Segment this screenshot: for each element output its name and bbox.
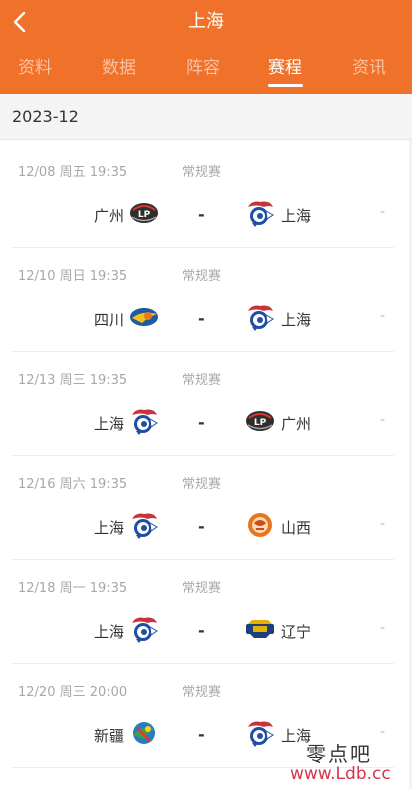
game-type: 常规赛 bbox=[182, 269, 222, 284]
shanghai-logo-icon bbox=[128, 509, 160, 541]
game-score: - bbox=[380, 620, 386, 636]
shanghai-logo-icon bbox=[128, 405, 160, 437]
game-date: 12/10 周日 19:35 bbox=[18, 269, 128, 284]
game-row[interactable]: 12/10 周日 19:35 常规赛四川 - 上海 - bbox=[0, 248, 412, 352]
vs-separator: - bbox=[198, 517, 205, 536]
game-score: - bbox=[380, 412, 386, 428]
home-team-name: 上海 bbox=[93, 519, 124, 537]
nav-bar: 上海 bbox=[0, 0, 412, 44]
tab-roster[interactable]: 阵容 bbox=[168, 44, 238, 94]
game-row[interactable]: 12/08 周五 19:35 常规赛广州 LP - 上海 - bbox=[0, 144, 412, 248]
away-team-name: 辽宁 bbox=[281, 623, 312, 641]
home-team-name: 广州 bbox=[93, 207, 124, 225]
vs-separator: - bbox=[198, 621, 205, 640]
watermark-text: 零点吧 bbox=[306, 742, 372, 766]
game-row[interactable]: 12/16 周六 19:35 常规赛上海 - 山西 - bbox=[0, 456, 412, 560]
home-team-name: 新疆 bbox=[93, 727, 124, 745]
game-score: - bbox=[380, 204, 386, 220]
game-type: 常规赛 bbox=[182, 165, 222, 180]
liaoning-logo-icon bbox=[244, 613, 276, 645]
vs-separator: - bbox=[198, 413, 205, 432]
home-team-name: 四川 bbox=[93, 311, 124, 329]
shanghai-logo-icon bbox=[128, 613, 160, 645]
month-header: 2023-12 bbox=[0, 94, 412, 140]
shanghai-logo-icon bbox=[244, 717, 276, 749]
sichuan-logo-icon bbox=[128, 301, 160, 333]
tab-profile[interactable]: 资料 bbox=[0, 44, 70, 94]
game-date: 12/18 周一 19:35 bbox=[18, 581, 128, 596]
game-row[interactable]: 12/18 周一 19:35 常规赛上海 - 辽宁 - bbox=[0, 560, 412, 664]
guangzhou-logo-icon: LP bbox=[244, 405, 276, 437]
svg-text:LP: LP bbox=[138, 210, 151, 220]
away-team-name: 广州 bbox=[281, 415, 312, 433]
month-label: 2023-12 bbox=[12, 107, 79, 126]
active-tab-indicator bbox=[268, 84, 303, 87]
game-type: 常规赛 bbox=[182, 685, 222, 700]
away-team-name: 上海 bbox=[281, 311, 312, 329]
game-date: 12/20 周三 20:00 bbox=[18, 685, 128, 700]
shanghai-logo-icon bbox=[244, 301, 276, 333]
svg-text:LP: LP bbox=[254, 418, 267, 428]
watermark-url: www.Ldb.cc bbox=[290, 764, 391, 784]
home-team-name: 上海 bbox=[93, 623, 124, 641]
game-type: 常规赛 bbox=[182, 581, 222, 596]
guangzhou-logo-icon: LP bbox=[128, 197, 160, 229]
home-team-name: 上海 bbox=[93, 415, 124, 433]
vs-separator: - bbox=[198, 205, 205, 224]
tab-bar: 资料 数据 阵容 赛程 资讯 bbox=[0, 44, 412, 94]
game-score: - bbox=[380, 724, 386, 740]
xinjiang-logo-icon bbox=[128, 717, 160, 749]
shanghai-logo-icon bbox=[244, 197, 276, 229]
game-type: 常规赛 bbox=[182, 373, 222, 388]
game-date: 12/16 周六 19:35 bbox=[18, 477, 128, 492]
game-type: 常规赛 bbox=[182, 477, 222, 492]
game-score: - bbox=[380, 308, 386, 324]
shanxi-logo-icon bbox=[244, 509, 276, 541]
vs-separator: - bbox=[198, 725, 205, 744]
tab-stats[interactable]: 数据 bbox=[84, 44, 154, 94]
page-title: 上海 bbox=[188, 11, 224, 32]
away-team-name: 山西 bbox=[281, 519, 312, 537]
tab-news[interactable]: 资讯 bbox=[334, 44, 404, 94]
game-row[interactable]: 12/13 周三 19:35 常规赛上海 - LP 广州 - bbox=[0, 352, 412, 456]
game-date: 12/13 周三 19:35 bbox=[18, 373, 128, 388]
game-date: 12/08 周五 19:35 bbox=[18, 165, 128, 180]
vs-separator: - bbox=[198, 309, 205, 328]
game-score: - bbox=[380, 516, 386, 532]
away-team-name: 上海 bbox=[281, 207, 312, 225]
